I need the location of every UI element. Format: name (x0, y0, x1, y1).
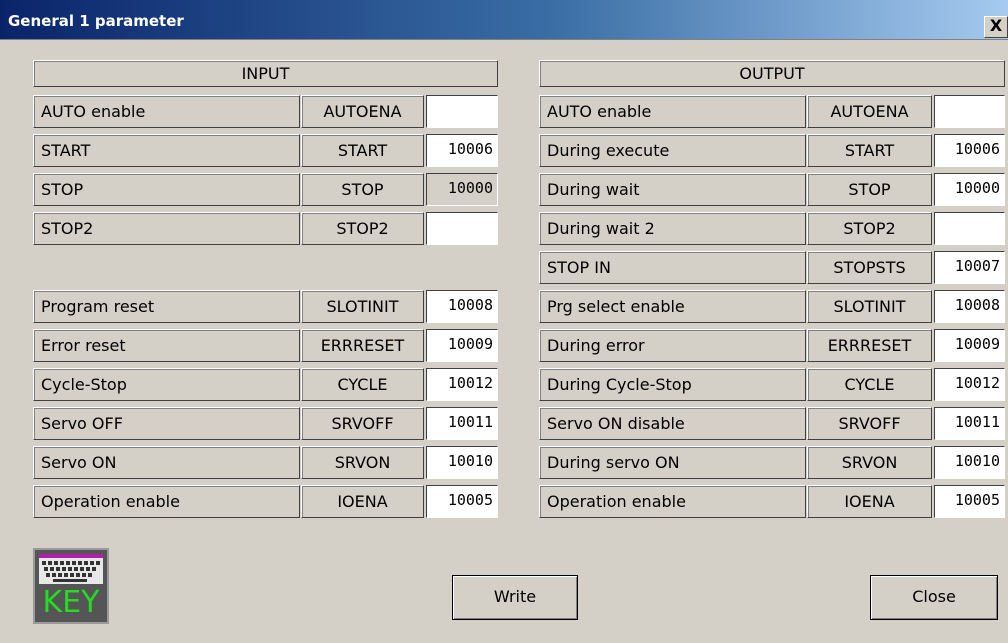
output-code-stop: STOP (807, 173, 932, 206)
output-value-stopsts[interactable]: 10007 (934, 251, 1005, 284)
output-section-header: OUTPUT (539, 60, 1005, 87)
input-label-servo-on: Servo ON (33, 446, 300, 479)
input-code-start: START (301, 134, 424, 167)
input-label-program-reset: Program reset (33, 290, 300, 323)
output-value-slotinit[interactable]: 10008 (934, 290, 1005, 323)
input-code-slotinit: SLOTINIT (301, 290, 424, 323)
keyboard-icon (39, 554, 103, 584)
input-code-srvon: SRVON (301, 446, 424, 479)
input-value-srvon[interactable]: 10010 (426, 446, 498, 479)
close-button[interactable]: Close (870, 575, 998, 620)
output-code-stopsts: STOPSTS (807, 251, 932, 284)
input-value-slotinit[interactable]: 10008 (426, 290, 498, 323)
output-code-srvon: SRVON (807, 446, 932, 479)
key-label: KEY (42, 585, 100, 620)
input-value-srvoff[interactable]: 10011 (426, 407, 498, 440)
input-value-stop: 10000 (426, 173, 498, 206)
output-value-autoena[interactable] (934, 95, 1005, 128)
input-code-stop: STOP (301, 173, 424, 206)
output-code-start: START (807, 134, 932, 167)
input-value-start[interactable]: 10006 (426, 134, 498, 167)
input-value-stop2[interactable] (426, 212, 498, 245)
input-value-autoena[interactable] (426, 95, 498, 128)
output-label-servo-on-disable: Servo ON disable (539, 407, 806, 440)
output-code-stop2: STOP2 (807, 212, 932, 245)
output-label-prg-select-enable: Prg select enable (539, 290, 806, 323)
input-value-cycle[interactable]: 10012 (426, 368, 498, 401)
input-label-servo-off: Servo OFF (33, 407, 300, 440)
output-code-autoena: AUTOENA (807, 95, 932, 128)
key-button[interactable]: KEY (33, 548, 109, 624)
input-label-error-reset: Error reset (33, 329, 300, 362)
output-value-srvoff[interactable]: 10011 (934, 407, 1005, 440)
input-code-errreset: ERRRESET (301, 329, 424, 362)
output-value-errreset[interactable]: 10009 (934, 329, 1005, 362)
output-code-errreset: ERRRESET (807, 329, 932, 362)
input-value-errreset[interactable]: 10009 (426, 329, 498, 362)
output-code-cycle: CYCLE (807, 368, 932, 401)
output-value-start[interactable]: 10006 (934, 134, 1005, 167)
input-code-autoena: AUTOENA (301, 95, 424, 128)
output-label-during-error: During error (539, 329, 806, 362)
input-code-cycle: CYCLE (301, 368, 424, 401)
write-button[interactable]: Write (452, 575, 578, 620)
output-value-stop[interactable]: 10000 (934, 173, 1005, 206)
input-label-stop: STOP (33, 173, 300, 206)
output-code-slotinit: SLOTINIT (807, 290, 932, 323)
input-label-operation-enable: Operation enable (33, 485, 300, 518)
output-value-stop2[interactable] (934, 212, 1005, 245)
output-label-auto-enable: AUTO enable (539, 95, 806, 128)
output-label-stop-in: STOP IN (539, 251, 806, 284)
output-code-srvoff: SRVOFF (807, 407, 932, 440)
title-bar: General 1 parameter X (0, 0, 1008, 40)
input-code-ioena: IOENA (301, 485, 424, 518)
input-value-ioena[interactable]: 10005 (426, 485, 498, 518)
output-label-during-wait: During wait (539, 173, 806, 206)
output-value-ioena[interactable]: 10005 (934, 485, 1005, 518)
input-code-stop2: STOP2 (301, 212, 424, 245)
window-title: General 1 parameter (8, 12, 184, 30)
input-code-srvoff: SRVOFF (301, 407, 424, 440)
input-label-cycle-stop: Cycle-Stop (33, 368, 300, 401)
output-label-during-wait-2: During wait 2 (539, 212, 806, 245)
output-label-during-execute: During execute (539, 134, 806, 167)
output-value-cycle[interactable]: 10012 (934, 368, 1005, 401)
window-close-button[interactable]: X (984, 16, 1008, 38)
output-value-srvon[interactable]: 10010 (934, 446, 1005, 479)
input-label-start: START (33, 134, 300, 167)
input-label-auto-enable: AUTO enable (33, 95, 300, 128)
output-label-during-servo-on: During servo ON (539, 446, 806, 479)
input-label-stop2: STOP2 (33, 212, 300, 245)
output-label-during-cycle-stop: During Cycle-Stop (539, 368, 806, 401)
input-section-header: INPUT (33, 60, 498, 87)
output-code-ioena: IOENA (807, 485, 932, 518)
output-label-operation-enable: Operation enable (539, 485, 806, 518)
